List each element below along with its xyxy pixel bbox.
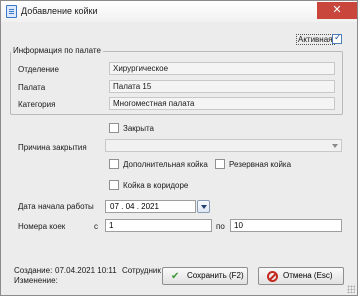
document-icon xyxy=(6,5,17,18)
cancel-icon xyxy=(267,271,278,282)
active-checkbox[interactable] xyxy=(332,33,342,44)
category-label: Категория xyxy=(18,100,56,109)
resize-grip[interactable] xyxy=(347,285,355,293)
created-by: Сотрудник xyxy=(122,266,161,275)
ward-label: Палата xyxy=(18,83,46,92)
reserve-bed-checkbox[interactable] xyxy=(215,159,225,169)
department-label: Отделение xyxy=(18,65,59,74)
closed-checkbox-label[interactable]: Закрыта xyxy=(123,124,154,133)
bed-to-input[interactable]: 10 xyxy=(230,219,342,232)
cancel-button[interactable]: Отмена (Esc) xyxy=(258,267,344,285)
created-value: 07.04.2021 10:11 xyxy=(55,266,117,275)
bed-from-input[interactable]: 1 xyxy=(105,219,212,232)
corridor-bed-checkbox[interactable] xyxy=(109,180,119,190)
chevron-down-icon xyxy=(332,144,338,148)
cancel-button-label: Отмена (Esc) xyxy=(283,271,333,280)
close-icon: ✕ xyxy=(332,3,342,16)
title-bar[interactable]: Добавление койки ✕ xyxy=(1,1,357,22)
start-date-input[interactable]: 07 . 04 . 2021 xyxy=(105,200,196,213)
corridor-bed-label[interactable]: Койка в коридоре xyxy=(123,181,188,190)
start-date-label: Дата начала работы xyxy=(18,202,94,211)
bed-numbers-label: Номера коек xyxy=(18,222,66,231)
close-button[interactable]: ✕ xyxy=(317,2,357,19)
active-checkbox-label[interactable]: Активная xyxy=(296,34,335,45)
ward-field: Палата 15 xyxy=(109,80,335,93)
window-title: Добавление койки xyxy=(21,6,98,16)
close-reason-select[interactable] xyxy=(105,139,342,152)
bed-to-label: по xyxy=(216,222,225,231)
dialog-window: Добавление койки ✕ Активная Информация п… xyxy=(0,0,358,296)
reserve-bed-label[interactable]: Резервная койка xyxy=(229,160,291,169)
close-reason-label: Причина закрытия xyxy=(18,143,87,152)
checkmark-icon: ✔ xyxy=(171,271,180,282)
closed-checkbox[interactable] xyxy=(109,123,119,133)
ward-info-group-title: Информация по палате xyxy=(11,46,103,55)
date-picker-button[interactable] xyxy=(197,200,210,213)
modified-label: Изменение: xyxy=(14,276,58,285)
category-field: Многоместная палата xyxy=(109,97,335,110)
save-button-label: Сохранить (F2) xyxy=(187,271,244,280)
created-label: Создание: xyxy=(14,266,53,275)
bed-from-label: с xyxy=(94,222,98,231)
additional-bed-label[interactable]: Дополнительная койка xyxy=(123,160,208,169)
save-button[interactable]: ✔ Сохранить (F2) xyxy=(162,267,248,285)
department-field: Хирургическое xyxy=(109,62,335,75)
additional-bed-checkbox[interactable] xyxy=(109,159,119,169)
